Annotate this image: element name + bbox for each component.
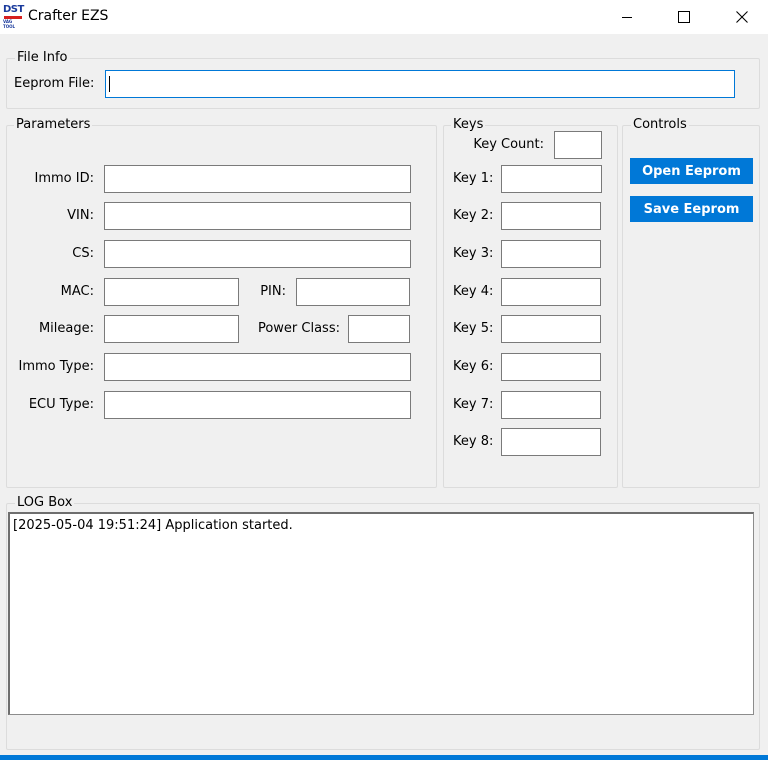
- immo-id-label: Immo ID:: [34, 171, 94, 186]
- vin-label: VIN:: [67, 208, 94, 223]
- close-button[interactable]: [719, 0, 765, 34]
- log-line: [2025-05-04 19:51:24] Application starte…: [13, 518, 293, 533]
- mileage-input[interactable]: [104, 315, 239, 343]
- key-4-label: Key 4:: [453, 284, 494, 299]
- ecu-type-input[interactable]: [104, 391, 411, 419]
- controls-group-label: Controls: [631, 117, 689, 132]
- key-3-label: Key 3:: [453, 246, 494, 261]
- minimize-icon: [622, 17, 632, 18]
- key-7-label: Key 7:: [453, 397, 494, 412]
- eeprom-file-input[interactable]: [105, 70, 735, 98]
- mac-label: MAC:: [60, 284, 94, 299]
- key-8-label: Key 8:: [453, 434, 494, 449]
- key-8-input[interactable]: [501, 428, 601, 456]
- open-eeprom-button[interactable]: Open Eeprom: [630, 158, 753, 184]
- key-3-input[interactable]: [501, 240, 601, 268]
- log-box-group-label: LOG Box: [15, 495, 75, 510]
- key-5-label: Key 5:: [453, 321, 494, 336]
- maximize-icon: [678, 11, 690, 23]
- log-textarea[interactable]: [2025-05-04 19:51:24] Application starte…: [8, 512, 754, 715]
- key-2-label: Key 2:: [453, 208, 494, 223]
- mac-input[interactable]: [104, 278, 239, 306]
- key-2-input[interactable]: [501, 202, 601, 230]
- key-1-label: Key 1:: [453, 171, 494, 186]
- keys-group-label: Keys: [451, 117, 486, 132]
- key-7-input[interactable]: [501, 391, 601, 419]
- power-class-input[interactable]: [348, 315, 410, 343]
- close-icon: [736, 11, 748, 23]
- file-info-group-label: File Info: [15, 50, 70, 65]
- immo-id-input[interactable]: [104, 165, 411, 193]
- pin-label: PIN:: [260, 284, 286, 299]
- ecu-type-label: ECU Type:: [28, 397, 94, 412]
- title-bar: DST VAG TOOL Crafter EZS: [0, 0, 768, 34]
- text-cursor: [109, 76, 110, 92]
- window-title: Crafter EZS: [28, 8, 109, 24]
- vin-input[interactable]: [104, 202, 411, 230]
- key-5-input[interactable]: [501, 315, 601, 343]
- key-6-label: Key 6:: [453, 359, 494, 374]
- key-4-input[interactable]: [501, 278, 601, 306]
- power-class-label: Power Class:: [257, 321, 340, 336]
- app-logo-icon: DST VAG TOOL: [3, 4, 24, 29]
- key-6-input[interactable]: [501, 353, 601, 381]
- mileage-label: Mileage:: [38, 321, 94, 336]
- immo-type-input[interactable]: [104, 353, 411, 381]
- maximize-button[interactable]: [661, 0, 707, 34]
- cs-label: CS:: [72, 246, 94, 261]
- immo-type-label: Immo Type:: [18, 359, 95, 374]
- pin-input[interactable]: [296, 278, 410, 306]
- parameters-group-label: Parameters: [14, 117, 93, 132]
- key-count-label: Key Count:: [473, 137, 544, 152]
- window-bottom-border: [0, 755, 768, 760]
- eeprom-file-label: Eeprom File:: [14, 76, 95, 91]
- cs-input[interactable]: [104, 240, 411, 268]
- key-1-input[interactable]: [501, 165, 602, 193]
- minimize-button[interactable]: [604, 0, 650, 34]
- key-count-input[interactable]: [554, 131, 602, 159]
- save-eeprom-button[interactable]: Save Eeprom: [630, 196, 753, 222]
